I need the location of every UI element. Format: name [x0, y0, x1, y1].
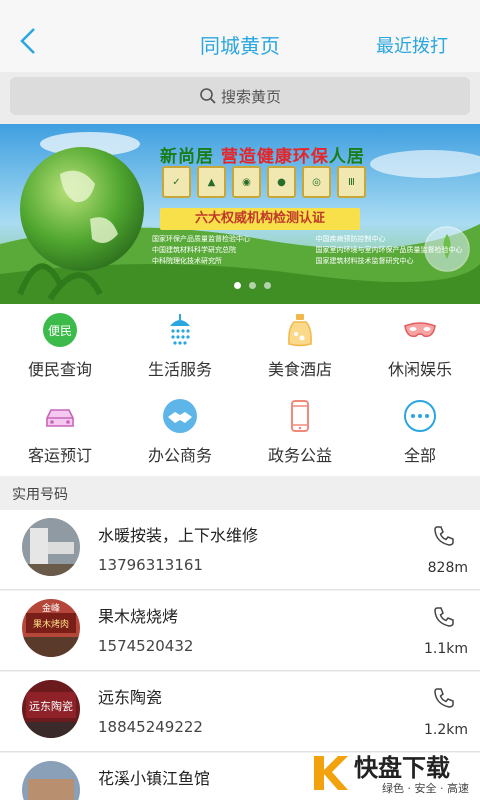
svg-text:便民: 便民: [48, 324, 72, 338]
citizen-service-icon: 便民: [43, 313, 77, 347]
avatar: [22, 518, 80, 576]
category-office-business[interactable]: 办公商务: [120, 390, 240, 476]
carousel-dot[interactable]: [264, 282, 271, 289]
section-header: 实用号码: [0, 476, 480, 510]
car-icon: [46, 409, 74, 427]
carousel-dot[interactable]: [249, 282, 256, 289]
brand-logo-icon: [314, 756, 348, 790]
watermark-logo: 快盘下载 绿色 · 安全 · 高速: [306, 748, 480, 800]
category-life-service[interactable]: 生活服务: [120, 304, 240, 390]
cert-line: 国家环保产品质量监督检验中心: [152, 235, 250, 243]
section-title: 实用号码: [12, 487, 68, 503]
phone-call-icon[interactable]: [432, 605, 456, 629]
cert-line: 中国疾病预防控制中心: [315, 235, 386, 243]
carousel-indicator: [234, 282, 271, 289]
certification-badge-icon: ▲: [197, 166, 226, 198]
category-food-hotel[interactable]: 美食酒店: [240, 304, 360, 390]
mobile-phone-icon: [291, 400, 309, 432]
search-icon: [200, 88, 216, 104]
phone-call-icon[interactable]: [432, 686, 456, 710]
category-label: 便民查询: [27, 360, 92, 379]
more-icon: [404, 400, 436, 432]
category-government[interactable]: 政务公益: [240, 390, 360, 476]
listing-name: 果木烧烧烤: [98, 607, 179, 626]
banner-subtitle: 六大权威机构检测认证: [160, 208, 360, 230]
category-all[interactable]: 全部: [360, 390, 480, 476]
svg-text:远东陶瓷: 远东陶瓷: [29, 699, 73, 713]
cert-line: 中科院理化技术研究所: [152, 257, 222, 265]
mask-icon: [404, 322, 436, 338]
category-label: 休闲娱乐: [387, 360, 452, 379]
search-placeholder: 搜索黄页: [220, 87, 281, 106]
category-citizen-query[interactable]: 便民 便民查询: [0, 304, 120, 390]
category-label: 全部: [403, 446, 436, 465]
category-label: 办公商务: [147, 446, 212, 465]
listing-name: 水暖按装，上下水维修: [98, 526, 259, 545]
category-label: 客运预订: [27, 446, 92, 465]
category-transport-booking[interactable]: 客运预订: [0, 390, 120, 476]
search-bar: 搜索黄页: [0, 72, 480, 124]
certification-badge-icon: Ⅲ: [337, 166, 366, 198]
listing-name: 花溪小镇江鱼馆: [98, 769, 211, 788]
category-leisure[interactable]: 休闲娱乐: [360, 304, 480, 390]
avatar: 金峰 果木烤肉: [22, 599, 80, 657]
recent-calls-button[interactable]: 最近拨打: [376, 32, 448, 58]
shower-icon: [170, 314, 190, 345]
watermark-brand: 快盘下载: [354, 754, 450, 782]
bottle-icon: [288, 314, 312, 347]
top-bar: 同城黄页 最近拨打: [0, 0, 480, 72]
watermark-tagline: 绿色 · 安全 · 高速: [382, 782, 469, 795]
listing-phone: 18845249222: [98, 718, 203, 736]
category-label: 政务公益: [267, 446, 332, 465]
category-label: 生活服务: [147, 360, 212, 379]
cert-line: 中国建筑材料科学研究总院: [152, 246, 236, 254]
search-input[interactable]: 搜索黄页: [10, 77, 470, 115]
avatar: 远东陶瓷: [22, 680, 80, 738]
certification-badges: ✓ ▲ ◉ ● ◎ Ⅲ: [162, 166, 366, 198]
listing-distance: 1.2km: [423, 722, 468, 738]
carousel-dot[interactable]: [234, 282, 241, 289]
list-item[interactable]: 水暖按装，上下水维修 13796313161 828m: [0, 510, 480, 590]
svg-text:金峰: 金峰: [42, 602, 60, 614]
cert-line: 国家室内环境与室内环保产品质量监督检验中心: [315, 246, 463, 254]
banner-title: 新尚居 营造健康环保人居: [160, 147, 365, 167]
category-grid: 便民 便民查询 生活服务 美食酒店 休闲娱乐 客运预订 办公商务 政务公益 全部: [0, 304, 480, 476]
certification-badge-icon: ✓: [162, 166, 191, 198]
category-label: 美食酒店: [267, 360, 332, 379]
certification-badge-icon: ◎: [302, 166, 331, 198]
listing-distance: 1.1km: [423, 641, 468, 657]
listing-name: 远东陶瓷: [98, 688, 163, 707]
list-item[interactable]: 远东陶瓷 远东陶瓷 18845249222 1.2km: [0, 672, 480, 752]
certification-list: 国家环保产品质量监督检验中心 中国建筑材料科学研究总院 中科院理化技术研究所 中…: [152, 234, 472, 267]
phone-call-icon[interactable]: [432, 524, 456, 548]
listing-distance: 828m: [427, 560, 468, 576]
certification-badge-icon: ◉: [232, 166, 261, 198]
certification-badge-icon: ●: [267, 166, 296, 198]
listing-phone: 13796313161: [98, 556, 203, 574]
promo-banner[interactable]: 新尚居 营造健康环保人居 ✓ ▲ ◉ ● ◎ Ⅲ 六大权威机构检测认证 国家环保…: [0, 124, 480, 304]
handshake-icon: [163, 399, 197, 433]
svg-text:果木烤肉: 果木烤肉: [33, 618, 69, 630]
cert-line: 国家建筑材料技术监督研究中心: [315, 257, 414, 265]
avatar: [22, 761, 80, 800]
list-item[interactable]: 金峰 果木烤肉 果木烧烧烤 1574520432 1.1km: [0, 591, 480, 671]
listing-phone: 1574520432: [98, 637, 194, 655]
